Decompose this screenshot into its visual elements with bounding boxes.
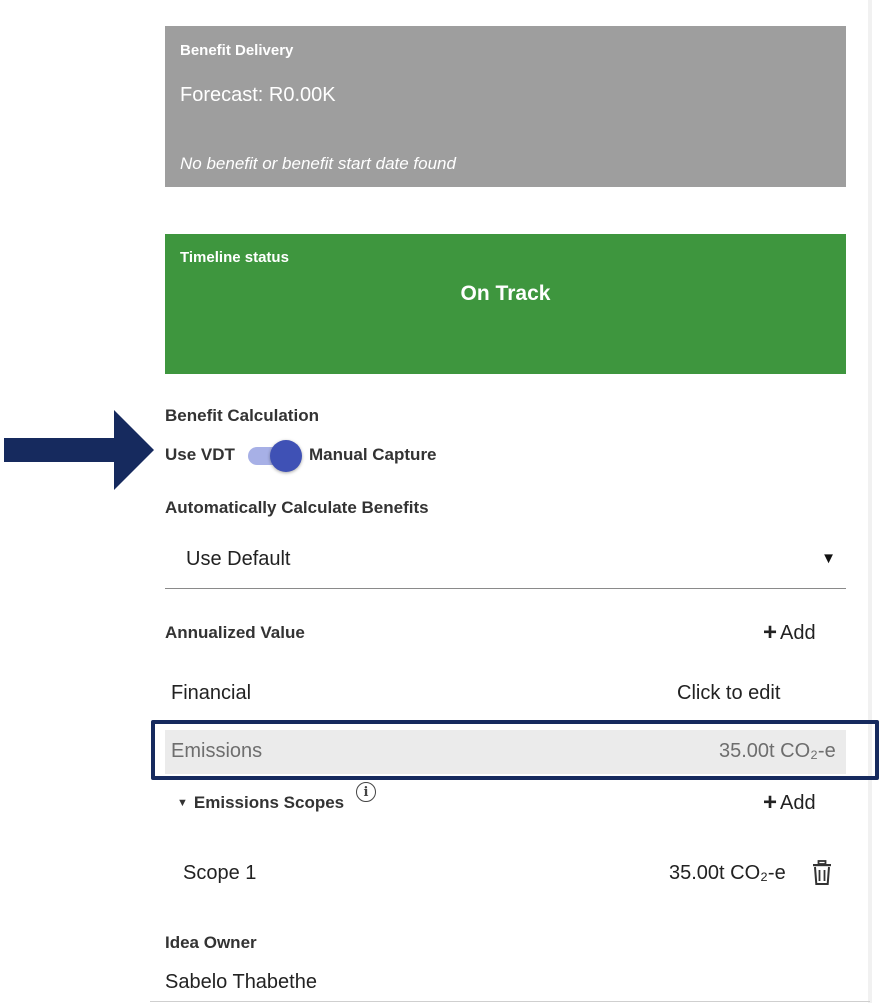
scope-value: 35.00t CO₂-e: [669, 862, 786, 884]
timeline-status-card: Timeline status On Track: [165, 234, 846, 374]
auto-calculate-selected-value: Use Default: [186, 548, 291, 570]
divider: [150, 1001, 870, 1002]
benefit-delivery-card: Benefit Delivery Forecast: R0.00K No ben…: [165, 26, 846, 187]
benefit-calculation-label: Benefit Calculation: [165, 406, 319, 425]
annualized-add-label: Add: [780, 622, 816, 644]
idea-owner-name: Sabelo Thabethe: [165, 971, 317, 993]
annualized-value-label: Annualized Value: [165, 623, 305, 642]
trash-icon[interactable]: [810, 860, 834, 886]
page: Benefit Delivery Forecast: R0.00K No ben…: [0, 0, 889, 1003]
auto-calculate-label: Automatically Calculate Benefits: [165, 498, 429, 517]
benefit-note: No benefit or benefit start date found: [180, 154, 456, 173]
toggle-knob[interactable]: [270, 440, 302, 472]
timeline-status-title: Timeline status: [180, 249, 289, 266]
emissions-scopes-label: Emissions Scopes: [193, 793, 345, 812]
chevron-down-icon[interactable]: ▼: [821, 550, 836, 567]
manual-capture-label: Manual Capture: [309, 445, 437, 464]
timeline-status-value: On Track: [460, 282, 551, 305]
emissions-scopes-add-button[interactable]: + Add: [763, 788, 816, 816]
financial-name: Financial: [171, 682, 252, 704]
plus-icon: +: [763, 619, 778, 646]
caret-down-icon: ▼: [177, 797, 188, 809]
annotation-arrow-icon: [4, 410, 154, 490]
panel-divider: [868, 0, 872, 1003]
plus-icon: +: [763, 789, 778, 816]
emissions-scopes-add-label: Add: [780, 792, 816, 814]
highlight-box: [151, 720, 879, 780]
idea-owner-label: Idea Owner: [165, 933, 257, 952]
forecast-value: Forecast: R0.00K: [180, 84, 336, 106]
annualized-add-button[interactable]: + Add: [763, 618, 816, 646]
info-icon[interactable]: i: [356, 782, 376, 802]
auto-calculate-select[interactable]: Use Default ▼: [165, 536, 846, 589]
financial-value[interactable]: Click to edit: [677, 682, 780, 705]
use-vdt-label: Use VDT: [165, 445, 235, 464]
scope-name: Scope 1: [183, 862, 257, 884]
benefit-delivery-title: Benefit Delivery: [180, 42, 294, 59]
emissions-scopes-toggle[interactable]: ▼ Emissions Scopes: [177, 793, 344, 813]
